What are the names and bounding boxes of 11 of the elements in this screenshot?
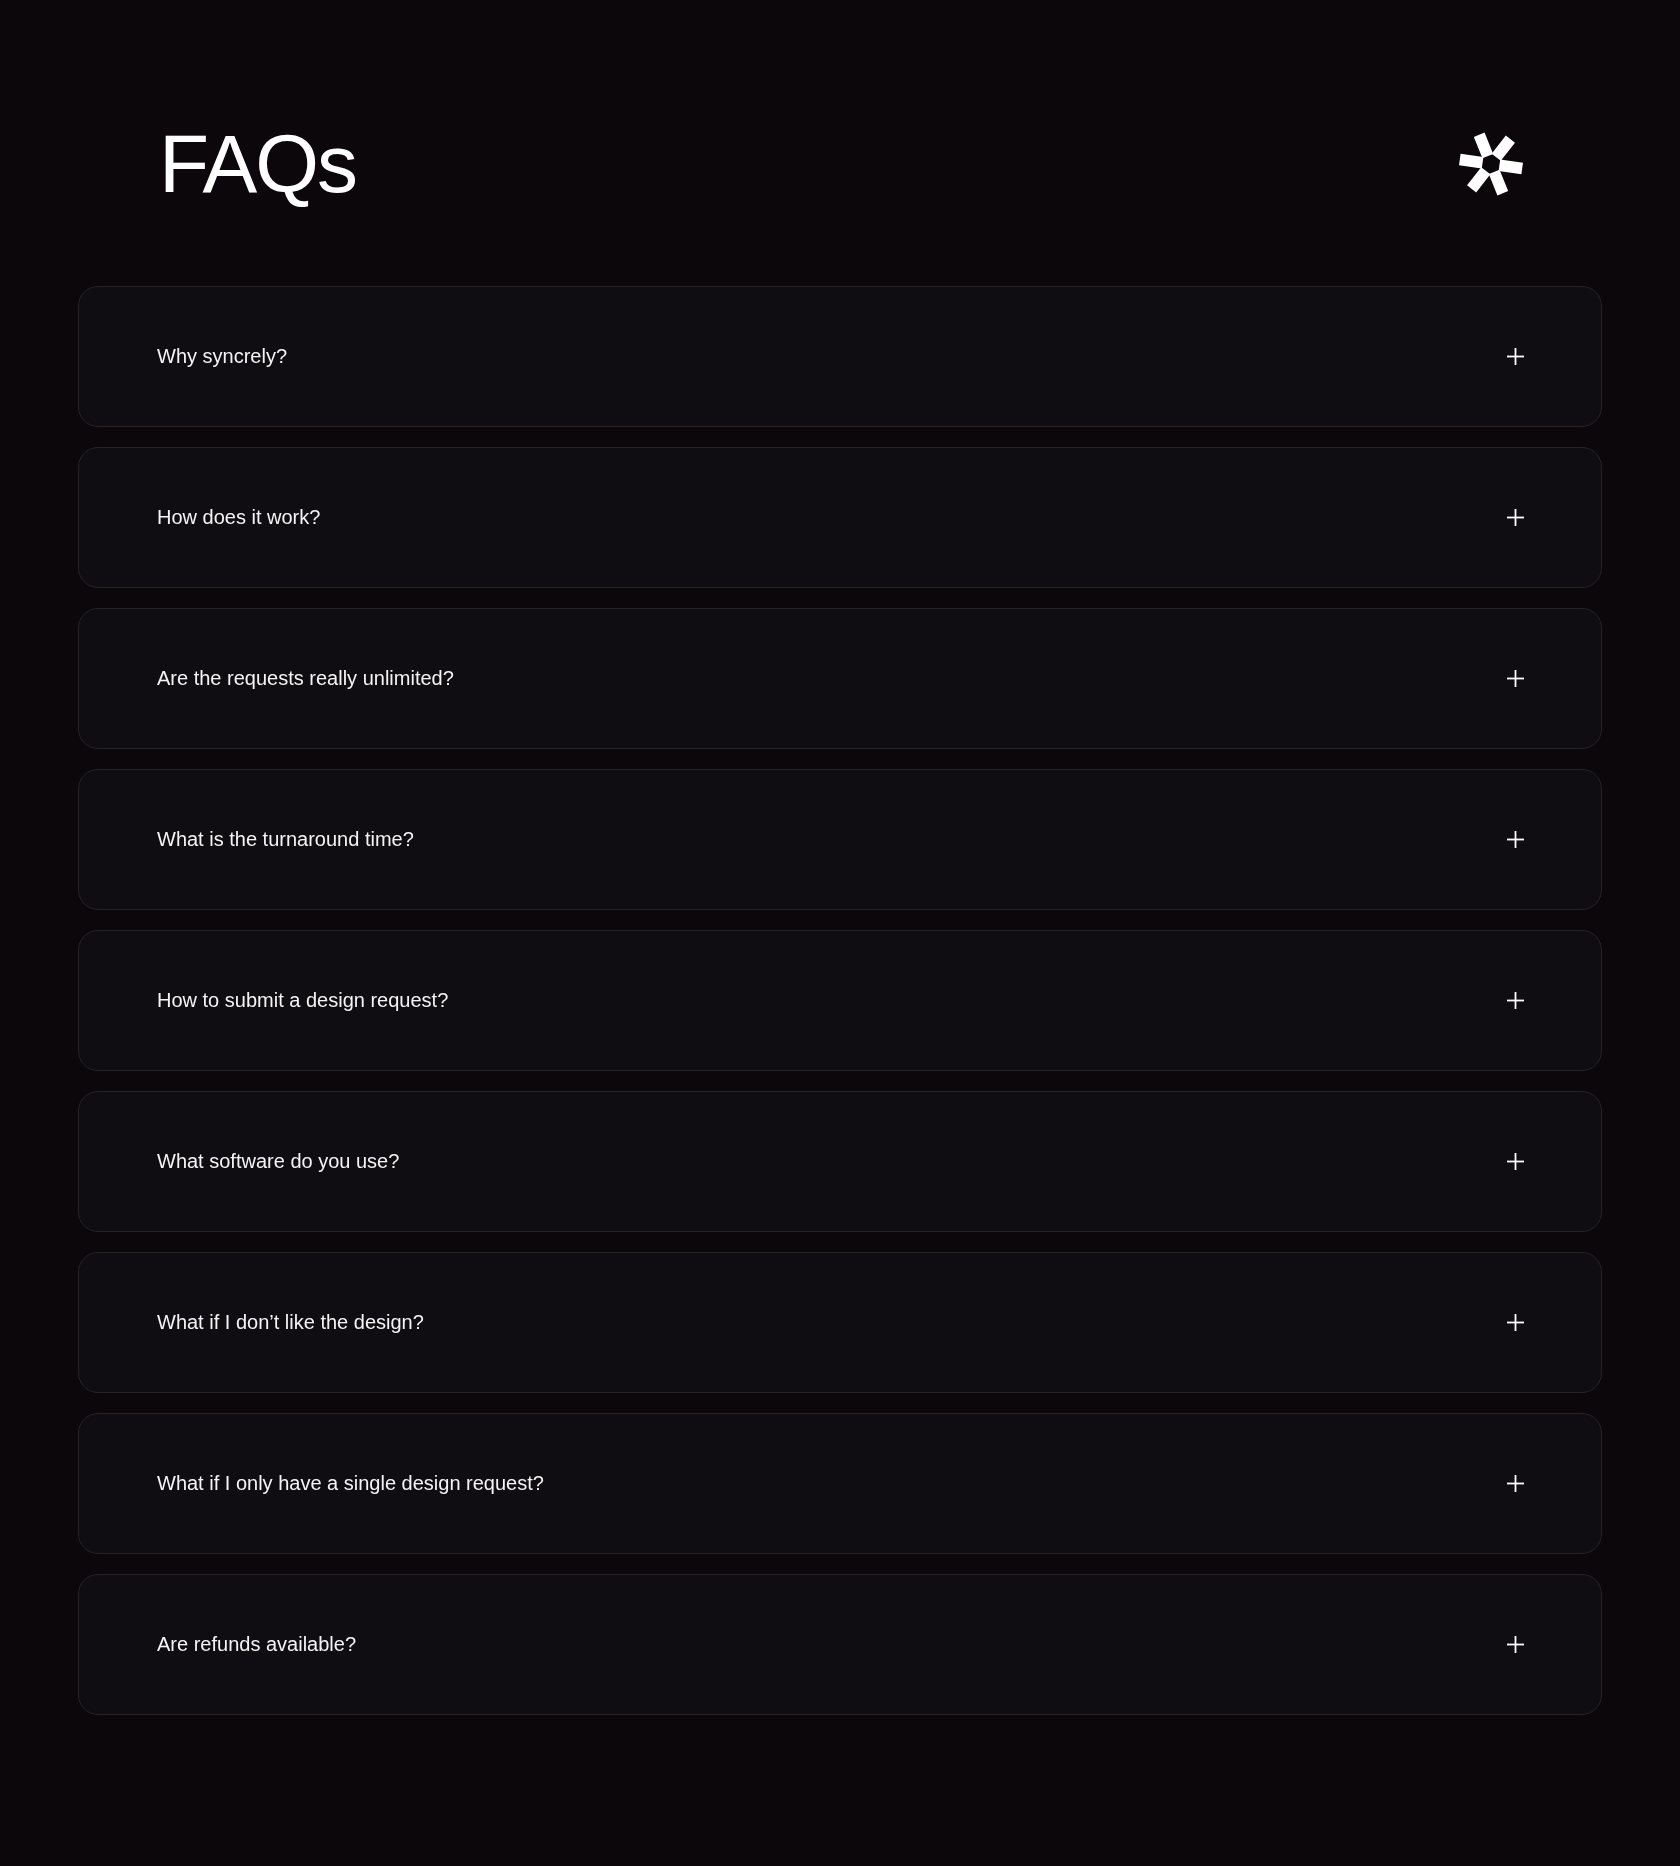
faq-item[interactable]: What software do you use? <box>78 1091 1602 1232</box>
faq-item[interactable]: What is the turnaround time? <box>78 769 1602 910</box>
faq-item[interactable]: Are refunds available? <box>78 1574 1602 1715</box>
faq-item[interactable]: Why syncrely? <box>78 286 1602 427</box>
faq-item[interactable]: How to submit a design request? <box>78 930 1602 1071</box>
asterisk-logo-icon <box>1459 132 1523 196</box>
faq-item[interactable]: How does it work? <box>78 447 1602 588</box>
faq-item[interactable]: What if I only have a single design request? <box>78 1413 1602 1554</box>
faq-item[interactable]: What if I don’t like the design? <box>78 1252 1602 1393</box>
page-title: FAQs <box>159 123 357 205</box>
faq-item[interactable]: Are the requests really unlimited? <box>78 608 1602 749</box>
